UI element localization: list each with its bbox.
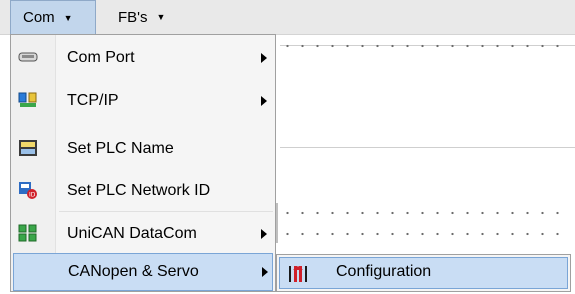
grid-dots — [280, 210, 570, 216]
menu-item-tcp-ip[interactable]: TCP/IP — [13, 82, 273, 120]
menu-item-unican-datacom[interactable]: UniCAN DataCom — [13, 215, 273, 253]
submenu-item-label: Configuration — [336, 263, 432, 280]
menu-item-com-port[interactable]: Com Port — [13, 39, 273, 77]
grid-line — [280, 147, 575, 148]
grid-dots — [280, 43, 570, 49]
menu-item-label: Set PLC Network ID — [67, 182, 211, 199]
menu-separator — [59, 211, 273, 212]
canopen-submenu: Configuration — [276, 254, 571, 292]
submenu-arrow-icon — [261, 96, 267, 106]
network-icon — [18, 92, 37, 107]
rung-bar — [276, 203, 278, 243]
submenu-arrow-icon — [261, 229, 267, 239]
menu-item-label: TCP/IP — [67, 92, 119, 109]
menu-item-label: UniCAN DataCom — [67, 225, 197, 242]
plc-name-icon — [19, 140, 37, 156]
menu-item-canopen-servo[interactable]: CANopen & Servo — [13, 253, 273, 291]
menu-item-label: Com Port — [67, 49, 135, 66]
menu-item-label: Set PLC Name — [67, 140, 174, 157]
com-dropdown-menu: Com Port TCP/IP Set PLC Name ID Set PLC … — [10, 34, 276, 292]
menu-item-set-plc-network-id[interactable]: ID Set PLC Network ID — [13, 172, 273, 210]
configuration-icon — [289, 266, 307, 282]
chevron-down-icon: ▼ — [156, 12, 166, 22]
menu-item-label: CANopen & Servo — [68, 263, 199, 280]
fbs-menu-button[interactable]: FB's ▼ — [118, 0, 165, 34]
com-menu-label: Com — [23, 9, 55, 26]
fbs-menu-label: FB's — [118, 8, 148, 26]
svg-text:ID: ID — [29, 192, 36, 199]
unican-icon — [18, 224, 37, 242]
serial-port-icon — [18, 52, 38, 62]
chevron-down-icon: ▼ — [63, 12, 73, 23]
network-id-icon: ID — [19, 182, 37, 199]
submenu-arrow-icon — [262, 267, 268, 277]
grid-dots — [280, 231, 570, 237]
submenu-item-configuration[interactable]: Configuration — [279, 257, 568, 289]
com-menu-button[interactable]: Com ▼ — [10, 0, 96, 34]
submenu-arrow-icon — [261, 53, 267, 63]
menu-item-set-plc-name[interactable]: Set PLC Name — [13, 130, 273, 168]
menubar: Com ▼ FB's ▼ — [0, 0, 575, 35]
